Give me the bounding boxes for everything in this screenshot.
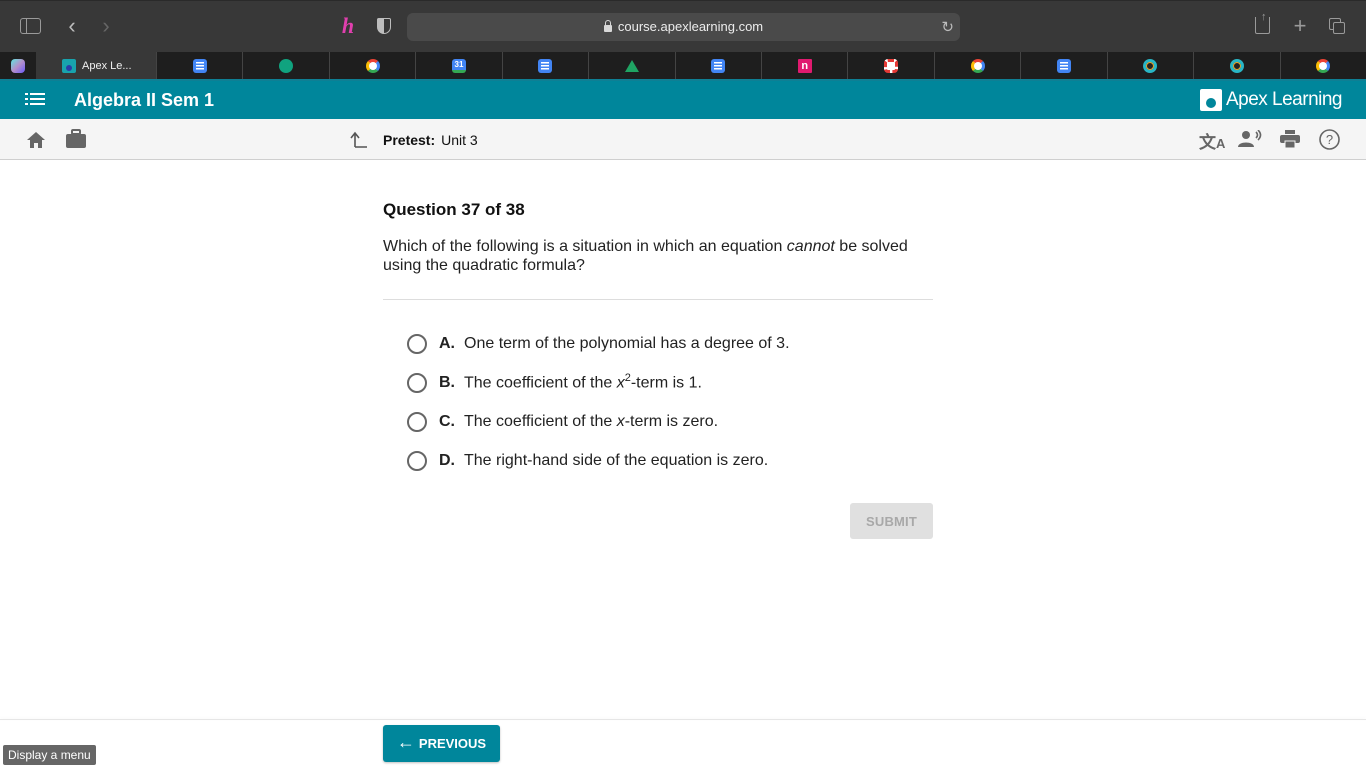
chatgpt-icon [279, 58, 294, 73]
share-icon[interactable]: ↑ [1255, 11, 1270, 34]
new-tab-icon[interactable]: + [1290, 13, 1310, 39]
browser-tab[interactable] [847, 52, 933, 79]
apex-logo-icon [1199, 89, 1222, 111]
quiz-app-icon [1143, 58, 1158, 73]
apex-learning-logo: Apex Learning [1199, 89, 1343, 111]
answer-choice-b[interactable]: B. The coefficient of the x2-term is 1. [383, 363, 933, 402]
browser-tab[interactable] [933, 52, 1020, 79]
browser-tab[interactable] [1106, 52, 1193, 79]
browser-toolbar: ‹ › h course.apexlearning.com ↻ ↑ + [0, 0, 1366, 52]
briefcase-icon[interactable] [65, 129, 87, 149]
browser-tab[interactable]: n [761, 52, 847, 79]
browser-tab[interactable] [1279, 52, 1366, 79]
browser-tab[interactable] [242, 52, 328, 79]
radio-button[interactable] [407, 333, 427, 354]
google-icon [1316, 58, 1331, 73]
answer-letter: A. [439, 334, 455, 352]
radio-button[interactable] [407, 450, 427, 471]
google-icon [970, 58, 985, 73]
answer-text: The right-hand side of the equation is z… [464, 451, 769, 469]
answer-text: The coefficient of the x-term is zero. [464, 412, 719, 430]
answer-letter: B. [439, 373, 455, 391]
print-icon[interactable] [1280, 130, 1300, 148]
answer-letter: D. [439, 451, 455, 469]
browser-tab[interactable] [501, 52, 588, 79]
activity-label: Pretest: [383, 132, 436, 148]
arrow-left-icon: ← [396, 732, 415, 752]
activity-toolbar: Pretest: Unit 3 文A ? [0, 119, 1366, 160]
prompt-text: Which of the following is a situation in… [383, 238, 787, 255]
tab-title: Apex Le... [82, 59, 132, 72]
privacy-shield-icon[interactable] [377, 18, 391, 34]
browser-tab-bar: Apex Le... 31 n [0, 52, 1366, 81]
google-docs-icon [538, 58, 553, 73]
radio-button[interactable] [407, 411, 427, 432]
previous-button[interactable]: ← PREVIOUS [383, 725, 500, 762]
previous-label: PREVIOUS [418, 736, 487, 751]
activity-title: Pretest: Unit 3 [383, 132, 478, 148]
radio-button[interactable] [407, 372, 427, 393]
google-drive-icon [624, 59, 639, 72]
google-docs-icon [192, 58, 207, 73]
browser-tab[interactable] [328, 52, 415, 79]
url-text: course.apexlearning.com [617, 19, 764, 34]
answer-choice-d[interactable]: D. The right-hand side of the equation is… [383, 441, 933, 480]
browser-tab[interactable] [1193, 52, 1279, 79]
submit-button[interactable]: SUBMIT [850, 503, 933, 539]
read-aloud-icon[interactable] [1238, 130, 1262, 148]
quiz-app-icon [1229, 58, 1244, 73]
brand-name: Apex Learning [1225, 89, 1343, 110]
browser-tab[interactable] [156, 52, 242, 79]
footer-divider [0, 719, 1366, 720]
translate-icon[interactable]: 文A [1199, 128, 1225, 153]
browser-tab-active[interactable]: Apex Le... [36, 52, 156, 79]
activity-name: Unit 3 [441, 132, 478, 148]
course-header: Algebra II Sem 1 Apex Learning [0, 81, 1366, 119]
google-docs-icon [1056, 58, 1071, 73]
browser-tab[interactable] [1020, 52, 1106, 79]
prompt-emphasis: cannot [786, 238, 835, 255]
home-icon[interactable] [26, 131, 46, 149]
answer-choices: A. One term of the polynomial has a degre… [383, 324, 933, 480]
svg-text:?: ? [1326, 132, 1333, 147]
sidebar-toggle-icon[interactable] [20, 18, 41, 34]
address-bar[interactable]: course.apexlearning.com ↻ [407, 13, 960, 41]
course-menu-icon[interactable] [25, 93, 45, 107]
browser-tab[interactable] [0, 52, 36, 79]
question-prompt: Which of the following is a situation in… [383, 237, 933, 275]
reload-icon[interactable]: ↻ [941, 18, 954, 36]
n-app-icon: n [797, 58, 812, 73]
browser-tab[interactable]: 31 [415, 52, 501, 79]
answer-letter: C. [439, 412, 455, 430]
lock-icon [603, 20, 612, 32]
question-number: Question 37 of 38 [383, 200, 525, 219]
answer-text: The coefficient of the x2-term is 1. [464, 372, 702, 392]
answer-text: One term of the polynomial has a degree … [464, 334, 790, 352]
tooltip: Display a menu [3, 745, 96, 765]
honey-extension-icon[interactable]: h [338, 13, 358, 38]
question-panel: Question 37 of 38 Which of the following… [383, 200, 933, 539]
up-to-parent-icon[interactable] [350, 131, 368, 148]
red-ring-icon [884, 58, 899, 73]
divider [383, 299, 933, 300]
google-calendar-icon: 31 [451, 58, 466, 73]
answer-choice-a[interactable]: A. One term of the polynomial has a degre… [383, 324, 933, 363]
back-icon[interactable]: ‹ [64, 13, 80, 38]
hex-extension-icon [11, 58, 25, 73]
google-docs-icon [711, 58, 726, 73]
tab-overview-icon[interactable] [1329, 18, 1346, 35]
browser-tab[interactable] [588, 52, 674, 79]
course-title: Algebra II Sem 1 [74, 90, 215, 110]
google-icon [365, 58, 380, 73]
apex-learning-favicon [62, 58, 76, 73]
browser-tab[interactable] [674, 52, 761, 79]
forward-icon[interactable]: › [98, 13, 114, 38]
help-icon[interactable]: ? [1319, 129, 1340, 150]
answer-choice-c[interactable]: C. The coefficient of the x-term is zero. [383, 402, 933, 441]
